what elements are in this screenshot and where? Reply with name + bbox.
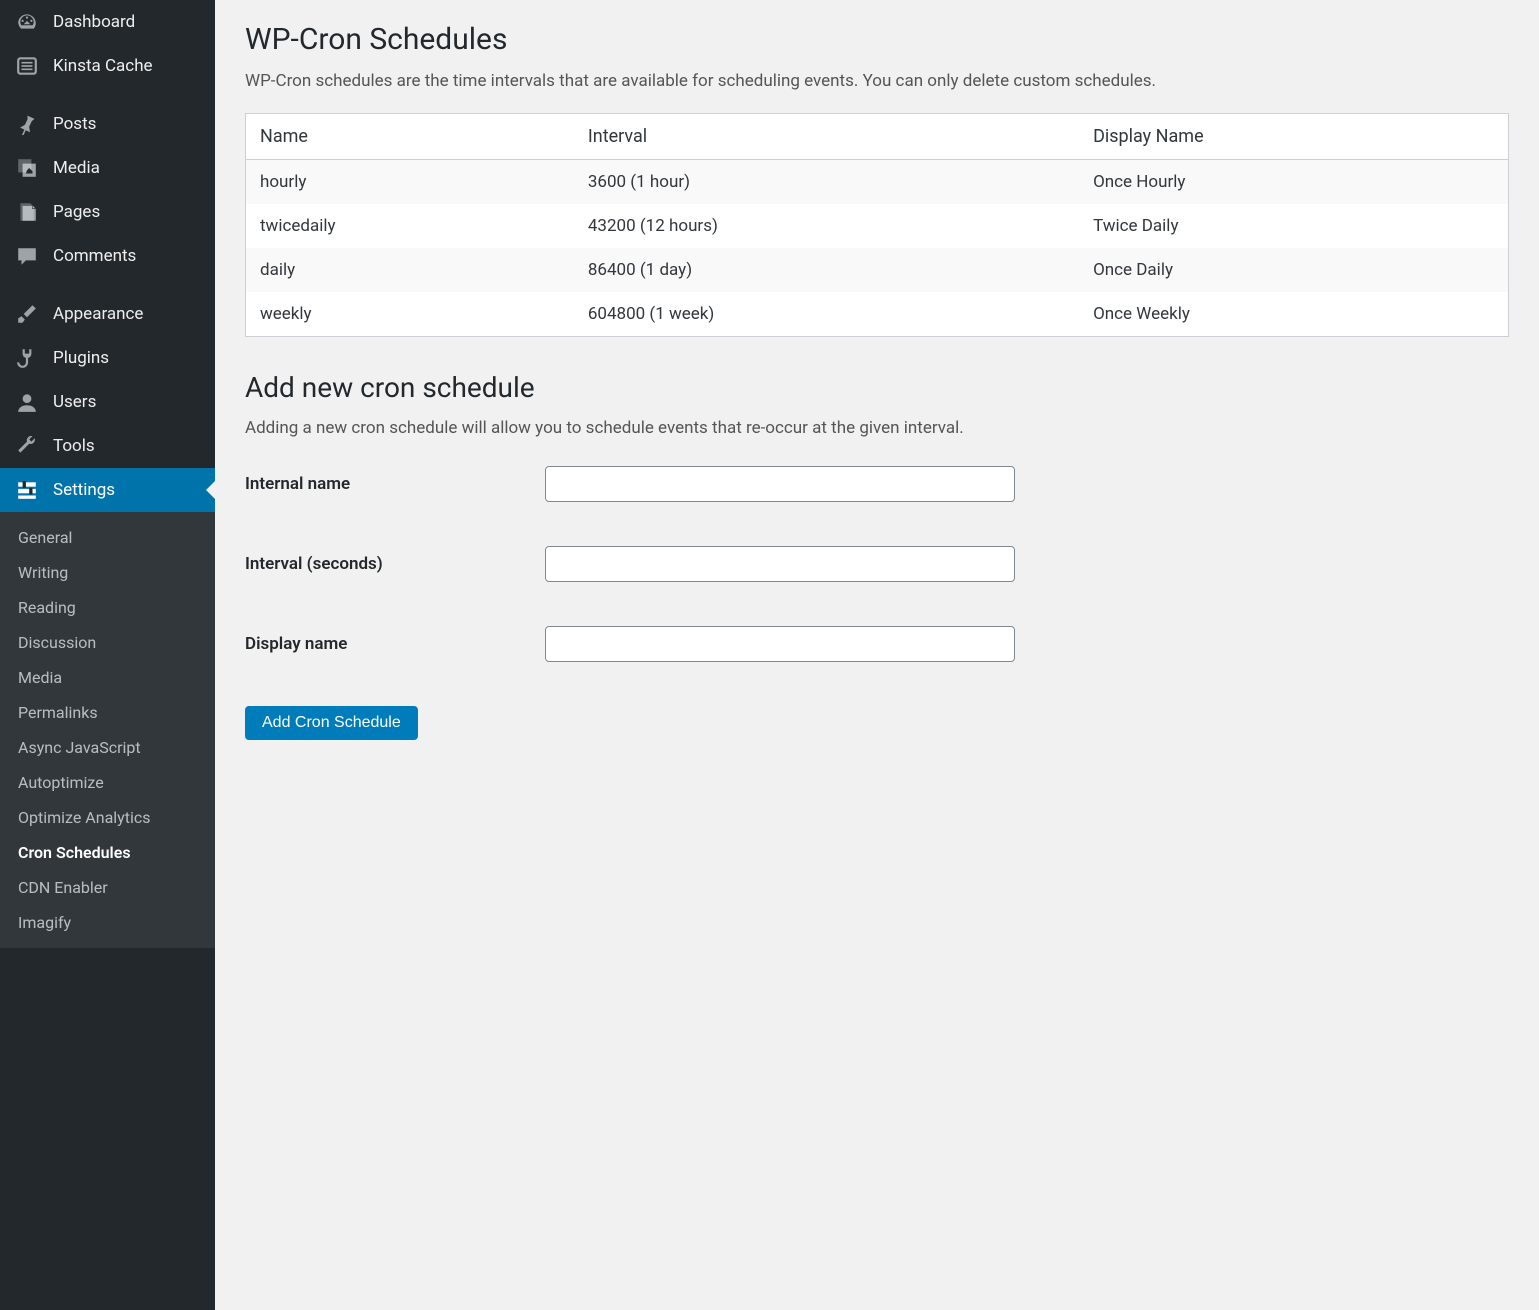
page-content: WP-Cron Schedules WP-Cron schedules are … [215, 0, 1539, 1310]
page-intro: WP-Cron schedules are the time intervals… [245, 71, 1509, 91]
schedules-table: Name Interval Display Name hourly3600 (1… [245, 113, 1509, 337]
add-section-title: Add new cron schedule [245, 371, 1509, 404]
menu-kinsta-cache[interactable]: Kinsta Cache [0, 44, 215, 88]
table-cell: Twice Daily [1079, 204, 1508, 248]
comment-icon [15, 244, 39, 268]
menu-users[interactable]: Users [0, 380, 215, 424]
submenu-optimize-analytics[interactable]: Optimize Analytics [0, 800, 215, 835]
table-cell: weekly [246, 292, 574, 337]
table-cell: 604800 (1 week) [574, 292, 1079, 337]
page-title: WP-Cron Schedules [245, 22, 1509, 57]
menu-label: Comments [53, 246, 136, 266]
wrench-icon [15, 434, 39, 458]
interval-input[interactable] [545, 546, 1015, 582]
menu-settings[interactable]: Settings [0, 468, 215, 512]
table-row: twicedaily43200 (12 hours)Twice Daily [246, 204, 1509, 248]
table-cell: daily [246, 248, 574, 292]
menu-appearance[interactable]: Appearance [0, 292, 215, 336]
menu-pages[interactable]: Pages [0, 190, 215, 234]
table-cell: twicedaily [246, 204, 574, 248]
display-name-label: Display name [245, 634, 545, 654]
internal-name-label: Internal name [245, 474, 545, 494]
add-section-intro: Adding a new cron schedule will allow yo… [245, 418, 1509, 438]
submenu-cdn-enabler[interactable]: CDN Enabler [0, 870, 215, 905]
table-row: daily86400 (1 day)Once Daily [246, 248, 1509, 292]
media-icon [15, 156, 39, 180]
brush-icon [15, 302, 39, 326]
submenu-imagify[interactable]: Imagify [0, 905, 215, 940]
interval-label: Interval (seconds) [245, 554, 545, 574]
submenu-reading[interactable]: Reading [0, 590, 215, 625]
kinsta-icon [15, 54, 39, 78]
internal-name-input[interactable] [545, 466, 1015, 502]
pages-icon [15, 200, 39, 224]
plug-icon [15, 346, 39, 370]
table-row: hourly3600 (1 hour)Once Hourly [246, 160, 1509, 205]
add-schedule-form: Internal name Interval (seconds) Display… [245, 466, 1509, 662]
pin-icon [15, 112, 39, 136]
menu-label: Media [53, 158, 100, 178]
menu-label: Posts [53, 114, 96, 134]
menu-label: Kinsta Cache [53, 56, 153, 76]
menu-dashboard[interactable]: Dashboard [0, 0, 215, 44]
menu-label: Tools [53, 436, 95, 456]
th-name: Name [246, 114, 574, 160]
menu-tools[interactable]: Tools [0, 424, 215, 468]
menu-posts[interactable]: Posts [0, 102, 215, 146]
table-cell: Once Daily [1079, 248, 1508, 292]
th-interval: Interval [574, 114, 1079, 160]
table-row: weekly604800 (1 week)Once Weekly [246, 292, 1509, 337]
submenu-media[interactable]: Media [0, 660, 215, 695]
menu-label: Settings [53, 480, 115, 500]
table-cell: 43200 (12 hours) [574, 204, 1079, 248]
table-cell: 3600 (1 hour) [574, 160, 1079, 205]
menu-media[interactable]: Media [0, 146, 215, 190]
menu-plugins[interactable]: Plugins [0, 336, 215, 380]
sliders-icon [15, 478, 39, 502]
submenu-permalinks[interactable]: Permalinks [0, 695, 215, 730]
menu-label: Pages [53, 202, 100, 222]
display-name-input[interactable] [545, 626, 1015, 662]
table-cell: Once Hourly [1079, 160, 1508, 205]
menu-comments[interactable]: Comments [0, 234, 215, 278]
add-cron-schedule-button[interactable]: Add Cron Schedule [245, 706, 418, 740]
submenu-writing[interactable]: Writing [0, 555, 215, 590]
table-cell: 86400 (1 day) [574, 248, 1079, 292]
submenu-discussion[interactable]: Discussion [0, 625, 215, 660]
user-icon [15, 390, 39, 414]
submenu-general[interactable]: General [0, 520, 215, 555]
table-cell: Once Weekly [1079, 292, 1508, 337]
submenu-async-javascript[interactable]: Async JavaScript [0, 730, 215, 765]
submenu-autoptimize[interactable]: Autoptimize [0, 765, 215, 800]
menu-label: Dashboard [53, 12, 135, 32]
th-display-name: Display Name [1079, 114, 1508, 160]
dashboard-icon [15, 10, 39, 34]
submenu-cron-schedules[interactable]: Cron Schedules [0, 835, 215, 870]
menu-label: Appearance [53, 304, 143, 324]
table-cell: hourly [246, 160, 574, 205]
admin-sidebar: Dashboard Kinsta Cache Posts Media Pages Comm… [0, 0, 215, 1310]
menu-label: Plugins [53, 348, 109, 368]
menu-label: Users [53, 392, 96, 412]
